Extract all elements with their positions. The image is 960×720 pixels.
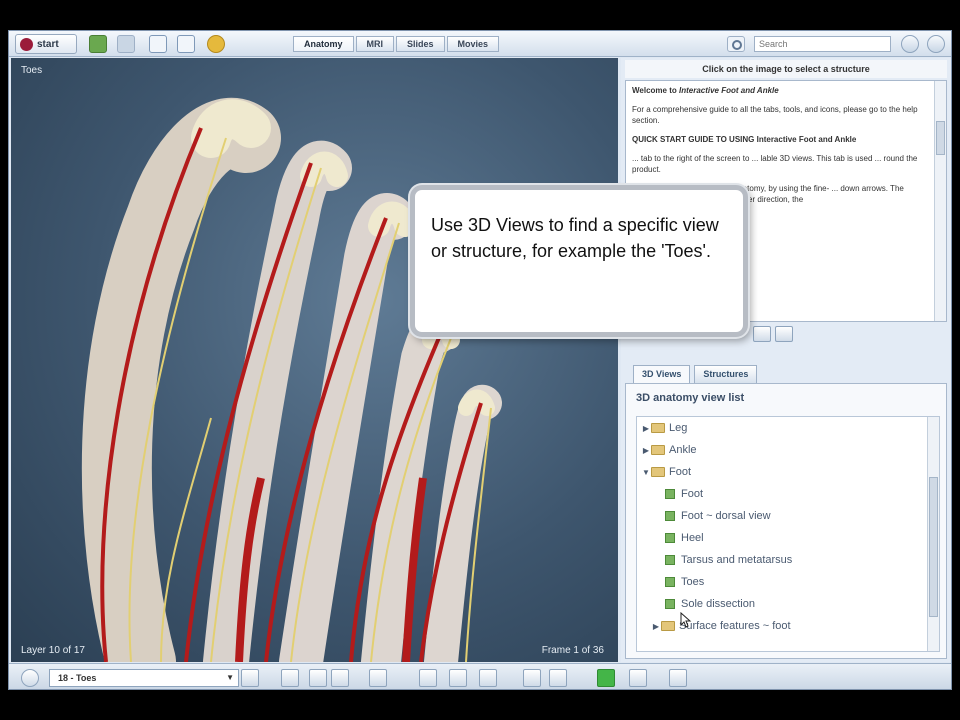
view-select-value: 18 - Toes (58, 673, 97, 683)
start-button[interactable]: start (15, 34, 77, 54)
tab-movies[interactable]: Movies (446, 36, 500, 52)
view-icon (665, 533, 675, 543)
tree-item-label: Heel (681, 532, 704, 544)
view-title: Toes (21, 65, 43, 76)
tree-item-label: Foot ~ dorsal view (681, 510, 771, 522)
expanded-arrow-icon[interactable]: ▼ (641, 468, 651, 477)
views-heading: 3D anatomy view list (636, 392, 745, 404)
info-tools (753, 326, 793, 342)
tree-item-surface[interactable]: ▶ Surface features ~ foot (651, 617, 791, 635)
tree-item-label: Foot (681, 488, 704, 500)
views-panel: 3D anatomy view list ▶ Leg ▶ Ankle ▼ Foo… (625, 383, 947, 659)
tab-3d-views[interactable]: 3D Views (633, 365, 691, 383)
zoom-icon[interactable] (449, 669, 467, 687)
collapsed-arrow-icon[interactable]: ▶ (641, 446, 651, 455)
tree-item-leg[interactable]: ▶ Leg (641, 419, 687, 437)
anatomy-3d-viewer[interactable]: Toes Layer 10 of 17 Frame 1 of 36 (11, 58, 618, 662)
tree-item-foot[interactable]: Foot (665, 485, 703, 503)
layers-icon[interactable] (241, 669, 259, 687)
view-icon (665, 489, 675, 499)
start-label: start (37, 38, 59, 50)
view-icon (665, 577, 675, 587)
folder-icon (651, 445, 665, 455)
tree-item-label: Tarsus and metatarsus (681, 554, 793, 566)
tree-item-toes[interactable]: Toes (665, 573, 704, 591)
tab-mri[interactable]: MRI (355, 36, 395, 52)
next-layer-icon[interactable] (331, 669, 349, 687)
collapsed-arrow-icon[interactable]: ▶ (651, 622, 661, 631)
bottom-toolbar: 18 - Toes ▼ (9, 663, 951, 689)
lock-icon[interactable] (479, 669, 497, 687)
settings-icon[interactable] (901, 35, 919, 53)
folder-open-icon (651, 467, 665, 477)
welcome-prefix: Welcome to (632, 86, 679, 95)
tutorial-callout: Use 3D Views to find a specific view or … (410, 185, 748, 337)
double-right-icon[interactable] (549, 669, 567, 687)
previous-layer-icon[interactable] (309, 669, 327, 687)
play-icon[interactable] (597, 669, 615, 687)
scrollbar-thumb[interactable] (936, 121, 945, 155)
app-logo-icon (20, 37, 33, 51)
window-icon[interactable] (177, 35, 195, 53)
tree-scrollbar[interactable] (927, 417, 939, 651)
app-window: start Anatomy MRI Slides Movies Search T… (8, 30, 952, 690)
guide-text: For a comprehensive guide to all the tab… (632, 105, 918, 125)
welcome-title: Interactive Foot and Ankle (678, 86, 779, 95)
frame-indicator: Frame 1 of 36 (541, 645, 604, 656)
favorite-icon[interactable] (207, 35, 225, 53)
tab-slides[interactable]: Slides (396, 36, 445, 52)
tree-item-label: Foot (669, 466, 692, 478)
folder-icon (651, 423, 665, 433)
search-icon[interactable] (727, 36, 745, 52)
tree-item-label: Surface features ~ foot (679, 620, 791, 632)
filter-icon[interactable] (21, 669, 39, 687)
scrollbar-thumb[interactable] (929, 477, 938, 617)
double-left-icon[interactable] (523, 669, 541, 687)
foot-anatomy-image[interactable] (11, 58, 618, 662)
quickstart-heading: QUICK START GUIDE TO USING Interactive F… (632, 135, 857, 144)
tree-item-sole[interactable]: Sole dissection (665, 595, 755, 613)
mouse-cursor-icon (680, 612, 692, 628)
tree-item-label: Sole dissection (681, 598, 755, 610)
tree-item-label: Ankle (669, 444, 697, 456)
view-select[interactable]: 18 - Toes ▼ (49, 669, 239, 687)
print-icon[interactable] (669, 669, 687, 687)
folder-icon (661, 621, 675, 631)
back-arrow-icon[interactable] (89, 35, 107, 53)
callout-text: Use 3D Views to find a specific view or … (431, 215, 719, 261)
tree-item-label: Leg (669, 422, 688, 434)
export-icon[interactable] (629, 669, 647, 687)
top-toolbar: start Anatomy MRI Slides Movies (9, 31, 951, 57)
search-input[interactable] (754, 36, 891, 52)
tree-item-label: Toes (681, 576, 705, 588)
right-panel: Click on the image to select a structure… (621, 58, 951, 662)
tree-item-foot-folder[interactable]: ▼ Foot (641, 463, 691, 481)
tree-item-ankle[interactable]: ▶ Ankle (641, 441, 697, 459)
tab-anatomy[interactable]: Anatomy (293, 36, 354, 52)
document-icon[interactable] (149, 35, 167, 53)
quickstart-para-1: ... tab to the right of the screen to ..… (632, 154, 918, 174)
view-icon (665, 599, 675, 609)
chevron-down-icon: ▼ (226, 673, 234, 682)
tab-structures[interactable]: Structures (694, 365, 758, 383)
view-icon (665, 555, 675, 565)
forward-arrow-icon[interactable] (117, 35, 135, 53)
layer-indicator: Layer 10 of 17 (21, 645, 85, 656)
info-header: Click on the image to select a structure (625, 60, 947, 78)
rotate-icon[interactable] (369, 669, 387, 687)
print-icon[interactable] (753, 326, 771, 342)
pen-icon[interactable] (281, 669, 299, 687)
views-tabs: 3D Views Structures (633, 365, 758, 383)
pointer-icon[interactable] (419, 669, 437, 687)
module-tabs: Anatomy MRI Slides Movies (293, 36, 500, 52)
collapsed-arrow-icon[interactable]: ▶ (641, 424, 651, 433)
info-scrollbar[interactable] (934, 81, 946, 321)
tree-item-foot-dorsal[interactable]: Foot ~ dorsal view (665, 507, 771, 525)
tree-item-heel[interactable]: Heel (665, 529, 704, 547)
view-icon (665, 511, 675, 521)
save-icon[interactable] (775, 326, 793, 342)
help-icon[interactable] (927, 35, 945, 53)
tree-item-tarsus[interactable]: Tarsus and metatarsus (665, 551, 792, 569)
